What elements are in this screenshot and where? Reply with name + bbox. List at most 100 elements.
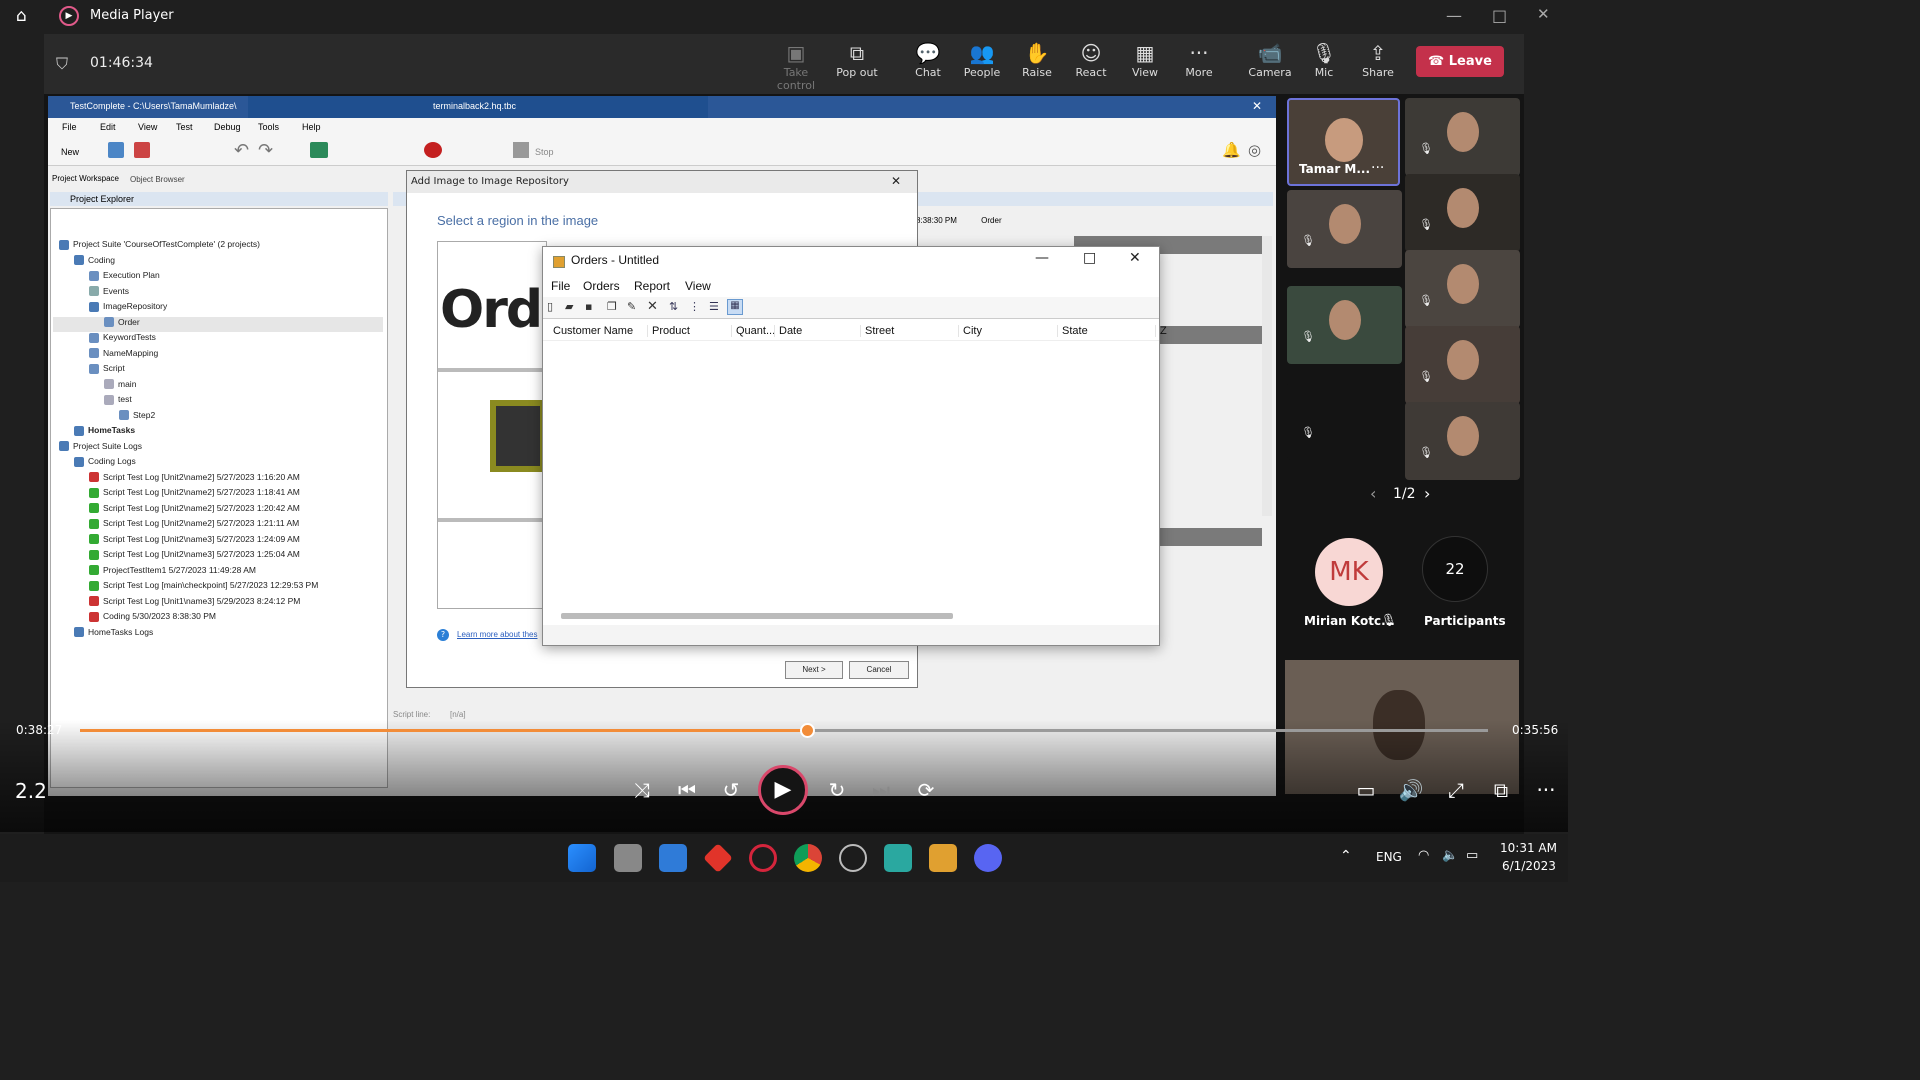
orders-menu-report[interactable]: Report (634, 279, 670, 293)
tray-expand-icon[interactable]: ⌃ (1340, 848, 1352, 864)
tree-item[interactable]: Script Test Log [Unit2\name2] 5/27/2023 … (53, 472, 383, 488)
column-header[interactable]: Customer Name (549, 325, 633, 337)
taskbar-lang[interactable]: ENG (1376, 850, 1402, 864)
tree-item[interactable]: Script Test Log [Unit2\name2] 5/27/2023 … (53, 487, 383, 503)
leave-button[interactable]: ☎ Leave (1416, 46, 1504, 77)
participant-tile[interactable]: 🎙 (1405, 98, 1520, 176)
cancel-button[interactable]: Cancel (849, 661, 909, 679)
new-button[interactable]: New (61, 147, 79, 157)
more-options-icon[interactable]: ··· (1531, 778, 1561, 802)
orders-menu-orders[interactable]: Orders (583, 279, 620, 293)
tc-menu-help[interactable]: Help (302, 122, 321, 132)
tree-item[interactable]: Script (53, 363, 383, 379)
store-icon[interactable] (659, 844, 687, 872)
start-icon[interactable] (568, 844, 596, 872)
tree-item[interactable]: Script Test Log [Unit2\name3] 5/27/2023 … (53, 549, 383, 565)
opera-icon[interactable] (749, 844, 777, 872)
add-item-icon[interactable] (310, 142, 328, 158)
record-icon[interactable] (424, 142, 442, 158)
copy-icon[interactable]: ❐ (607, 300, 617, 313)
orders-minimize-icon[interactable]: — (1035, 250, 1049, 266)
tree-item[interactable]: main (53, 379, 383, 395)
tab-object-browser[interactable]: Object Browser (130, 175, 185, 184)
tc-menu-edit[interactable]: Edit (100, 122, 116, 132)
list-view-icon[interactable]: ☰ (709, 300, 719, 313)
shuffle-icon[interactable]: ⤨ (627, 778, 657, 802)
tree-item[interactable]: Script Test Log [main\checkpoint] 5/27/2… (53, 580, 383, 596)
mic-button[interactable]: 🎙 Mic (1296, 40, 1352, 79)
tree-item[interactable]: Coding (53, 255, 383, 271)
tree-item[interactable]: ProjectTestItem1 5/27/2023 11:49:28 AM (53, 565, 383, 581)
save-icon[interactable]: ▪ (585, 300, 592, 313)
column-header[interactable]: State (1057, 325, 1088, 337)
tree-item[interactable]: Coding 5/30/2023 8:38:30 PM (53, 611, 383, 627)
tree-item[interactable]: HomeTasks (53, 425, 383, 441)
bell-icon[interactable]: 🔔 (1222, 141, 1241, 159)
orders-maximize-icon[interactable]: □ (1083, 250, 1096, 266)
discord-icon[interactable] (974, 844, 1002, 872)
play-button[interactable]: ▶ (758, 765, 808, 815)
tree-item[interactable]: Script Test Log [Unit2\name2] 5/27/2023 … (53, 503, 383, 519)
new-file-icon[interactable]: ▯ (547, 300, 553, 313)
tree-item[interactable]: NameMapping (53, 348, 383, 364)
tree-item[interactable]: Project Suite 'CourseOfTestComplete' (2 … (53, 239, 383, 255)
captions-icon[interactable]: ▭ (1351, 778, 1381, 802)
open-icon[interactable] (108, 142, 124, 158)
participant-tile[interactable]: 🎙 (1405, 250, 1520, 328)
tc-menu-tools[interactable]: Tools (258, 122, 279, 132)
close-project-icon[interactable] (134, 142, 150, 158)
tc-menu-view[interactable]: View (138, 122, 157, 132)
column-header[interactable]: City (958, 325, 982, 337)
participants-prev-icon[interactable]: ‹ (1370, 484, 1376, 503)
take-control-button[interactable]: ▣ Take control (768, 40, 824, 92)
edit-icon[interactable]: ✎ (627, 300, 636, 313)
tree-item[interactable]: Script Test Log [Unit2\name2] 5/27/2023 … (53, 518, 383, 534)
column-header[interactable]: Product (647, 325, 690, 337)
battery-icon[interactable]: ▭ (1466, 848, 1478, 863)
column-header[interactable]: Quant... (731, 325, 775, 337)
doc-tab-order[interactable]: Order (981, 216, 1001, 225)
tree-item[interactable]: Step2 (53, 410, 383, 426)
participant-tile[interactable]: 🎙 (1405, 402, 1520, 480)
people-button[interactable]: 👥 People (954, 40, 1010, 79)
maximize-icon[interactable]: □ (1492, 6, 1507, 25)
wifi-icon[interactable]: ◠ (1418, 848, 1429, 863)
home-icon[interactable]: ⌂ (16, 6, 27, 26)
minimize-icon[interactable]: — (1446, 6, 1462, 25)
testcomplete-task-icon[interactable] (884, 844, 912, 872)
tree-item[interactable]: Project Suite Logs (53, 441, 383, 457)
account-icon[interactable]: ◎ (1248, 141, 1261, 159)
featured-participant-tile[interactable]: Tamar M... ··· (1287, 98, 1400, 186)
skip-back-10-icon[interactable]: ↺ (716, 778, 746, 802)
participant-count[interactable]: 22 (1422, 536, 1488, 602)
tc-menu-file[interactable]: File (62, 122, 77, 132)
tc-close-icon[interactable]: ✕ (1252, 99, 1262, 113)
react-button[interactable]: ☺ React (1063, 40, 1119, 79)
learn-more-link[interactable]: Learn more about thes (457, 630, 538, 639)
miniplayer-icon[interactable]: ⧉ (1486, 778, 1516, 802)
participant-tile[interactable]: 🎙 (1405, 174, 1520, 252)
speaker-icon[interactable]: 🔈 (1442, 848, 1458, 863)
participants-next-icon[interactable]: › (1424, 484, 1430, 503)
sort-icon[interactable]: ⇅ (669, 300, 678, 313)
participant-tile[interactable]: 🎙 (1287, 286, 1402, 364)
stop-icon[interactable] (513, 142, 529, 158)
tc-menu-test[interactable]: Test (176, 122, 193, 132)
tree-view-icon[interactable]: ⋮ (689, 300, 700, 313)
redo-icon[interactable]: ↷ (258, 140, 273, 161)
orders-menu-file[interactable]: File (551, 279, 570, 293)
tree-item[interactable]: ImageRepository (53, 301, 383, 317)
orders-close-icon[interactable]: ✕ (1129, 250, 1141, 266)
grid-view-icon[interactable]: ▦ (727, 299, 743, 315)
editor-scrollbar[interactable] (1262, 236, 1272, 516)
tree-item[interactable]: Coding Logs (53, 456, 383, 472)
tree-item[interactable]: Script Test Log [Unit2\name3] 5/27/2023 … (53, 534, 383, 550)
fullscreen-icon[interactable]: ⤢ (1441, 778, 1471, 802)
tree-item[interactable]: test (53, 394, 383, 410)
next-icon[interactable]: ⏭ (866, 778, 896, 802)
media-player-task-icon[interactable] (839, 844, 867, 872)
chrome-icon[interactable] (794, 844, 822, 872)
seek-thumb[interactable] (799, 723, 815, 738)
repeat-icon[interactable]: ⟳ (911, 778, 941, 802)
column-header[interactable]: Date (774, 325, 802, 337)
